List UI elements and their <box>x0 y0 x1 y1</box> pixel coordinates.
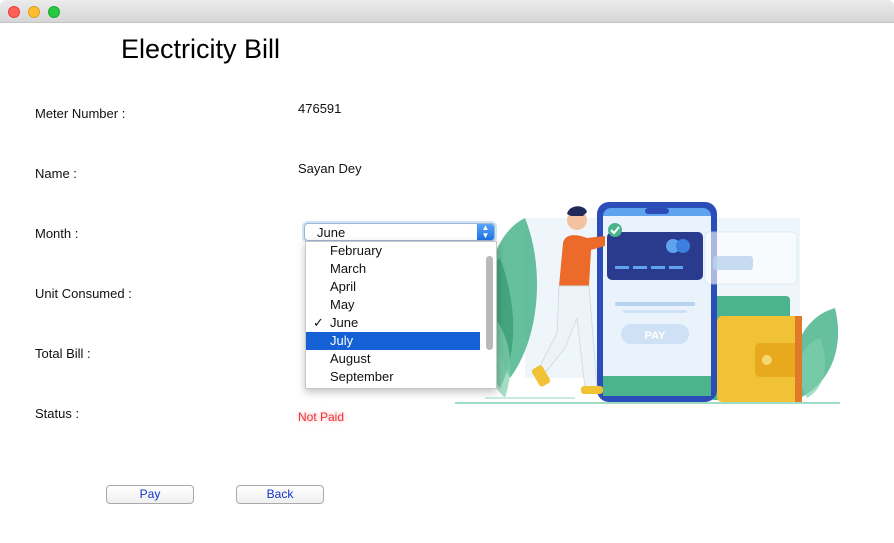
meter-number-value: 476591 <box>298 101 342 116</box>
month-dropdown-list[interactable]: February March April May ✓ June July Augu… <box>305 241 497 389</box>
unit-consumed-label: Unit Consumed : <box>35 286 132 301</box>
pay-label-graphic: PAY <box>645 330 666 342</box>
month-select-value: June <box>317 225 346 240</box>
close-window-button[interactable] <box>8 6 20 18</box>
month-label: Month : <box>35 226 79 241</box>
month-option-july[interactable]: July <box>306 332 480 350</box>
select-chevron-icon[interactable]: ▲ ▼ <box>477 224 494 240</box>
month-option-may[interactable]: May <box>306 296 480 314</box>
payment-illustration: PAY <box>455 202 840 404</box>
page-title: Electricity Bill <box>121 34 281 64</box>
dropdown-scrollbar[interactable] <box>486 256 493 350</box>
minimize-window-button[interactable] <box>28 6 40 18</box>
checkmark-icon: ✓ <box>313 315 324 330</box>
month-option-march[interactable]: March <box>306 260 480 278</box>
month-option-june[interactable]: ✓ June <box>306 314 480 332</box>
status-value: Not Paid <box>298 410 345 424</box>
month-option-september[interactable]: September <box>306 368 480 386</box>
maximize-window-button[interactable] <box>48 6 60 18</box>
pay-button[interactable]: Pay <box>106 485 194 504</box>
credit-card-shape <box>607 232 703 280</box>
meter-number-label: Meter Number : <box>35 106 126 121</box>
month-option-august[interactable]: August <box>306 350 480 368</box>
window-titlebar <box>0 0 894 23</box>
back-button[interactable]: Back <box>236 485 324 504</box>
month-select[interactable]: June ▲ ▼ <box>304 223 495 241</box>
month-option-april[interactable]: April <box>306 278 480 296</box>
month-option-february[interactable]: February <box>306 242 480 260</box>
name-value: Sayan Dey <box>298 161 362 176</box>
total-bill-label: Total Bill : <box>35 346 91 361</box>
status-label: Status : <box>35 406 80 421</box>
name-label: Name : <box>35 166 77 181</box>
